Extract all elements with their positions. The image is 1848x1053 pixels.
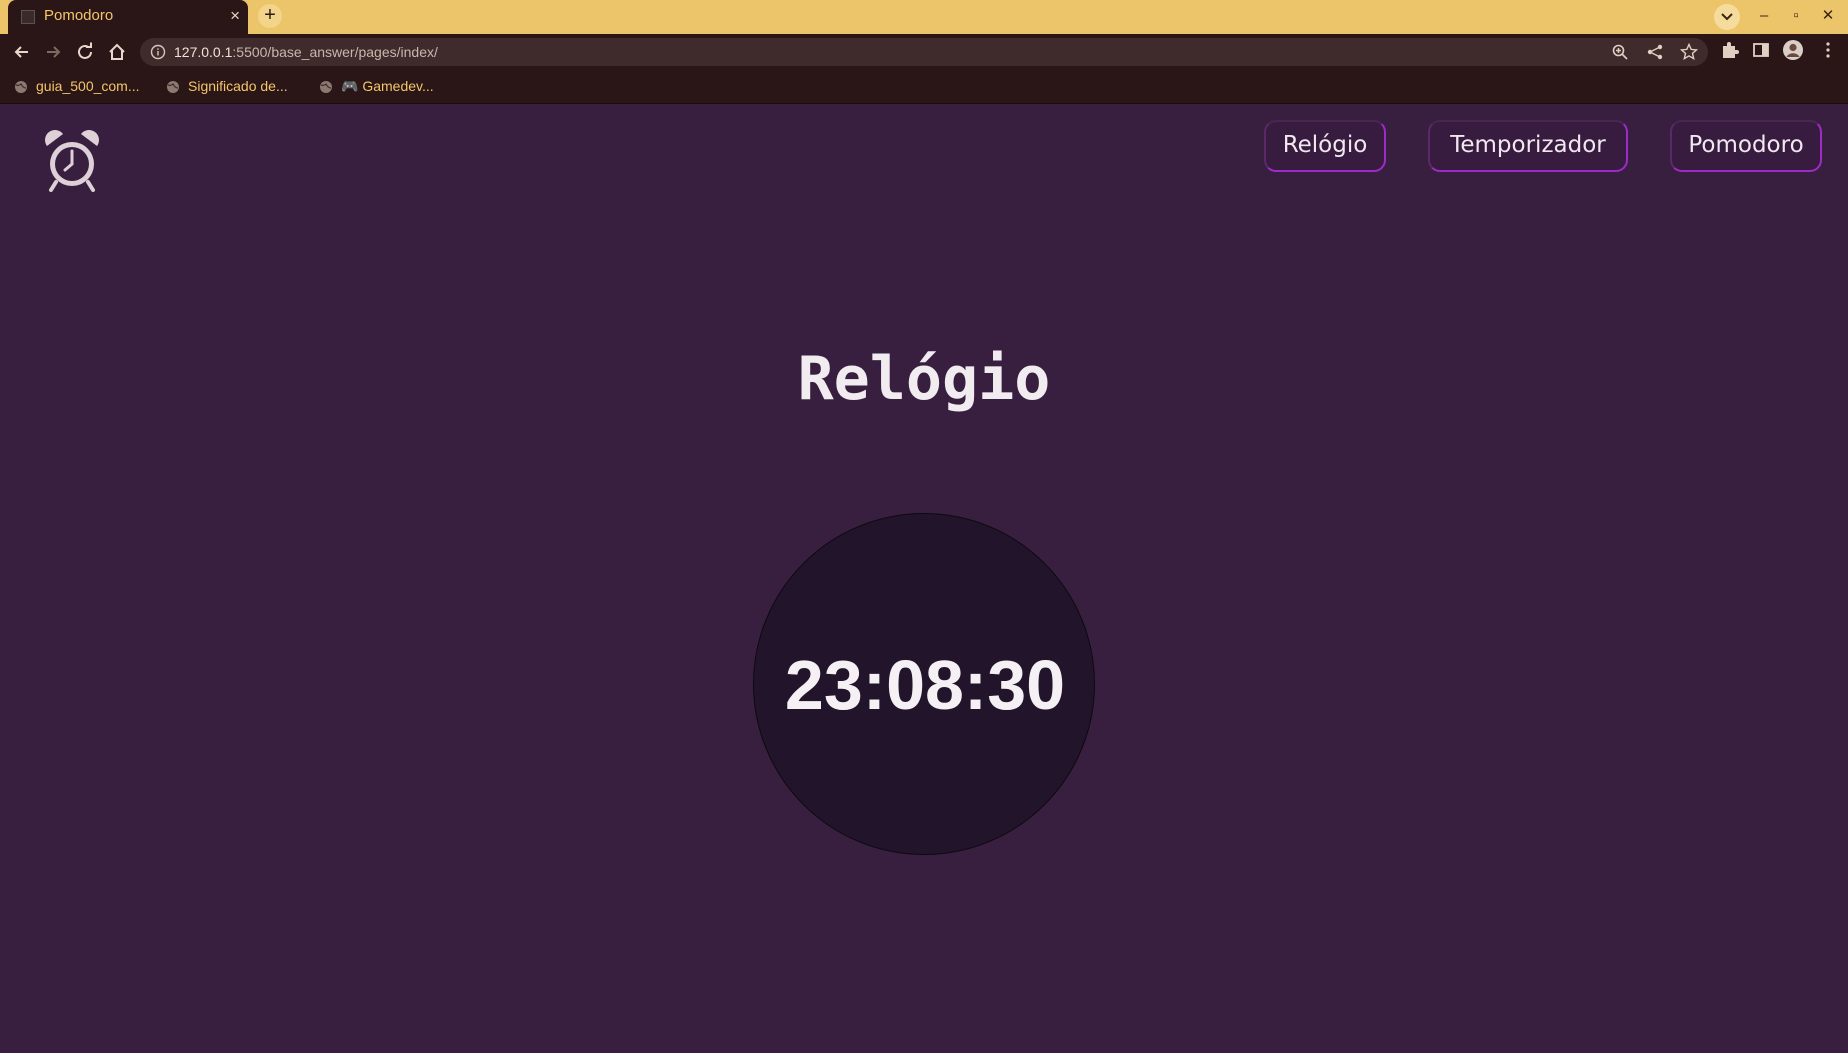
globe-icon [320, 81, 332, 94]
chevron-down-icon [1721, 13, 1733, 21]
restore-button[interactable]: ▫ [1786, 4, 1806, 28]
bookmark-star-icon[interactable] [1679, 42, 1699, 61]
bookmark-item[interactable]: Significado de... [166, 77, 288, 97]
reload-icon [78, 42, 92, 59]
tab-favicon-icon [21, 10, 35, 24]
bookmark-item[interactable]: 🎮 Gamedev... [319, 77, 434, 97]
tab-title: Pomodoro [44, 7, 114, 24]
minimize-button[interactable]: – [1754, 4, 1774, 28]
tab-close-icon[interactable]: × [230, 6, 240, 26]
page-content: Relógio Temporizador Pomodoro Relógio 23… [0, 104, 1848, 1053]
puzzle-icon [1723, 42, 1739, 58]
home-button[interactable] [106, 41, 128, 63]
browser-toolbar: 127.0.0.1:5500/base_answer/pages/index/ [0, 34, 1848, 70]
new-tab-button[interactable]: + [258, 4, 282, 28]
browser-tabbar: Pomodoro × + – ▫ ✕ [0, 0, 1848, 34]
browser-menu-button[interactable] [1818, 40, 1838, 65]
page-title: Relógio [797, 344, 1051, 414]
home-icon [109, 43, 125, 60]
omnibox-actions [1611, 42, 1699, 66]
bookmark-item[interactable]: guia_500_com... [14, 77, 140, 97]
clock-display: 23:08:30 [753, 513, 1095, 855]
kebab-menu-icon [1826, 42, 1830, 58]
bookmark-label: guia_500_com... [36, 78, 140, 94]
bookmark-label: Significado de... [188, 78, 288, 94]
nav-temporizador[interactable]: Temporizador [1428, 120, 1628, 172]
extensions-button[interactable] [1720, 40, 1740, 65]
browser-tab-active[interactable]: Pomodoro × [8, 0, 248, 34]
clock-time: 23:08:30 [784, 646, 1066, 724]
arrow-left-icon [14, 46, 28, 58]
globe-icon [167, 81, 179, 94]
side-panel-icon [1753, 43, 1769, 57]
tab-search-button[interactable] [1714, 4, 1740, 30]
alarm-clock-logo[interactable] [43, 130, 101, 194]
arrow-right-icon [47, 46, 61, 58]
bookmarks-bar: guia_500_com... Significado de... 🎮 Game… [0, 70, 1848, 104]
address-bar[interactable]: 127.0.0.1:5500/base_answer/pages/index/ [140, 38, 1708, 66]
url-path: :5500/base_answer/pages/index/ [232, 44, 438, 60]
zoom-icon[interactable] [1611, 43, 1629, 61]
forward-button[interactable] [42, 41, 64, 63]
profile-avatar[interactable] [1782, 39, 1804, 66]
nav-relogio[interactable]: Relógio [1264, 120, 1386, 172]
info-icon [150, 44, 166, 60]
url-text: 127.0.0.1:5500/base_answer/pages/index/ [174, 44, 438, 60]
share-icon[interactable] [1646, 43, 1664, 61]
close-window-button[interactable]: ✕ [1818, 4, 1838, 28]
nav-pomodoro[interactable]: Pomodoro [1670, 120, 1822, 172]
bookmark-label: 🎮 Gamedev... [341, 78, 434, 94]
globe-icon [15, 81, 27, 94]
alarm-clock-icon [45, 130, 99, 192]
side-panel-button[interactable] [1751, 40, 1771, 65]
back-button[interactable] [11, 41, 33, 63]
avatar-icon [1783, 40, 1803, 60]
url-host: 127.0.0.1 [174, 44, 233, 60]
reload-button[interactable] [74, 41, 96, 63]
